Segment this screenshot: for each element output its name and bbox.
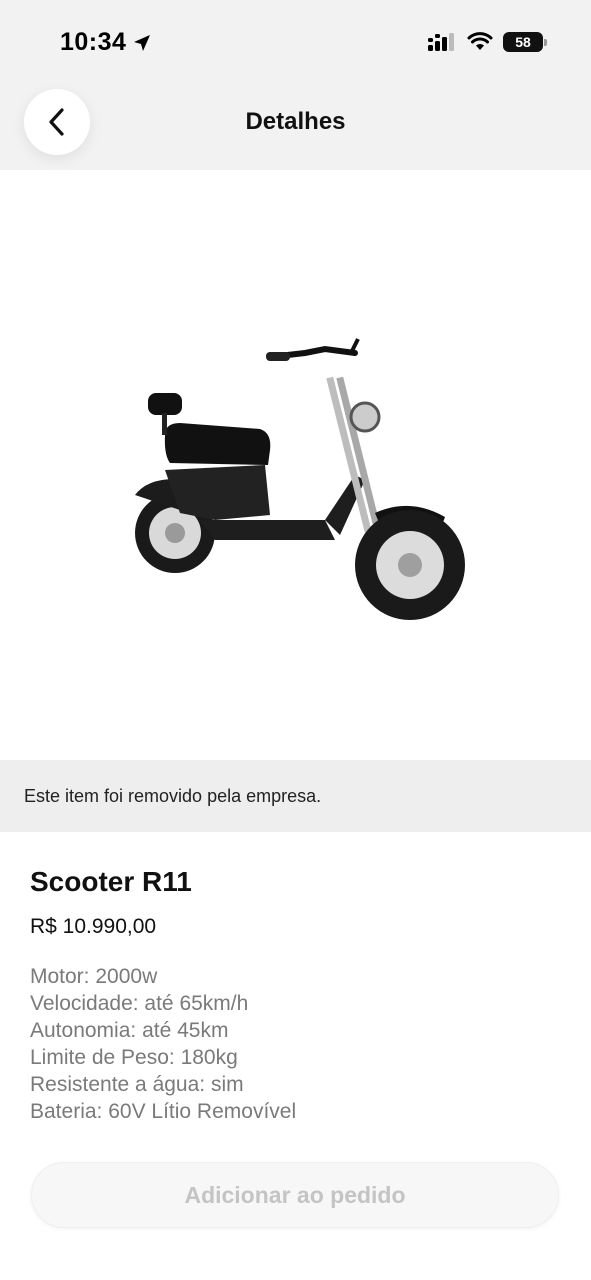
battery-icon: 58 bbox=[503, 32, 547, 52]
wifi-icon bbox=[467, 32, 493, 50]
location-arrow-icon bbox=[134, 34, 151, 51]
product-image bbox=[135, 338, 465, 620]
product-name: Scooter R11 bbox=[30, 866, 192, 897]
spec-line: Velocidade: até 65km/h bbox=[30, 992, 249, 1015]
product-details: Scooter R11 R$ 10.990,00 Motor: 2000w Ve… bbox=[30, 866, 561, 1125]
removed-notice-banner: Este item foi removido pela empresa. bbox=[0, 760, 591, 832]
add-to-order-label: Adicionar ao pedido bbox=[184, 1181, 406, 1208]
spec-line: Resistente a água: sim bbox=[30, 1073, 244, 1096]
nav-bar: Detalhes bbox=[0, 88, 591, 170]
battery-level: 58 bbox=[515, 34, 531, 50]
status-time: 10:34 bbox=[60, 28, 152, 57]
spec-line: Motor: 2000w bbox=[30, 965, 158, 988]
status-indicators: 58 bbox=[427, 32, 547, 52]
signal-icon bbox=[428, 33, 454, 51]
status-time-text: 10:34 bbox=[60, 28, 127, 56]
spec-line: Autonomia: até 45km bbox=[30, 1019, 229, 1042]
status-bar: 10:34 58 bbox=[0, 0, 591, 88]
page-title: Detalhes bbox=[245, 108, 346, 135]
product-price: R$ 10.990,00 bbox=[30, 915, 157, 938]
product-image-area bbox=[0, 170, 591, 760]
spec-line: Limite de Peso: 180kg bbox=[30, 1046, 238, 1069]
spec-line: Bateria: 60V Lítio Removível bbox=[30, 1100, 297, 1123]
removed-notice-text: Este item foi removido pela empresa. bbox=[24, 785, 322, 806]
add-to-order-button[interactable]: Adicionar ao pedido bbox=[31, 1162, 559, 1228]
product-specs: Motor: 2000w Velocidade: até 65km/h Auto… bbox=[30, 963, 561, 1125]
